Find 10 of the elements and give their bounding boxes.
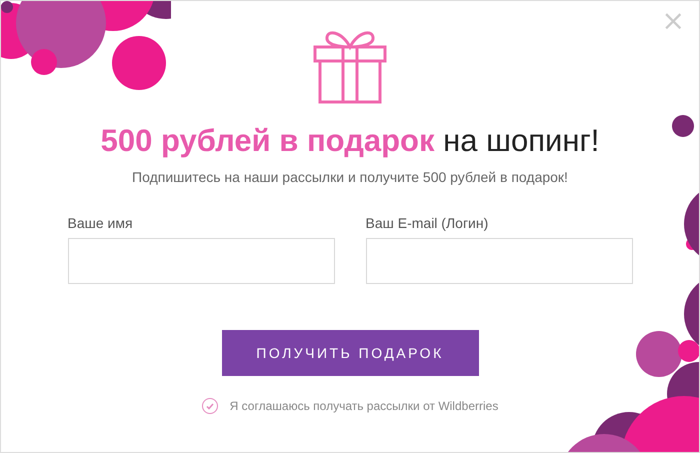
get-gift-button[interactable]: ПОЛУЧИТЬ ПОДАРОК — [222, 330, 478, 376]
input-field[interactable] — [68, 238, 334, 284]
check-icon — [206, 402, 214, 410]
title-heading: 500 рублей в подарок на шопинг! — [100, 123, 600, 159]
consent-label: Я соглашаюсь получать рассылки от Wildberries — [230, 399, 498, 413]
consent-checkbox[interactable] — [202, 398, 218, 414]
subtitle-text: Подпишитесь на наши рассылки и получите 500 рублей в подарок! — [132, 169, 568, 185]
field-label: Ваше имя — [68, 215, 134, 231]
input-field[interactable] — [366, 238, 632, 284]
field-label: Ваш E-mail (Логин) — [366, 215, 490, 231]
